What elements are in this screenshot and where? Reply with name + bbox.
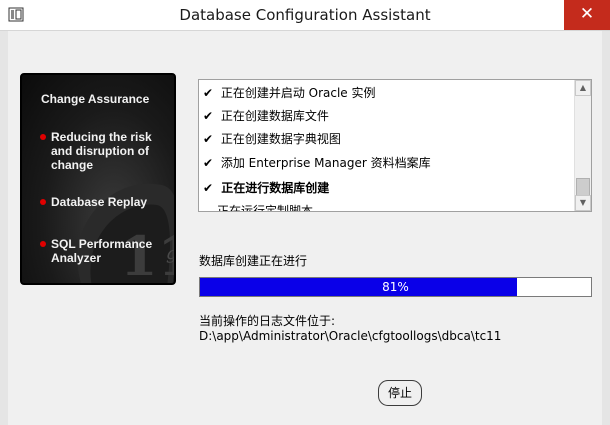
step-label: 正在创建数据字典视图	[220, 132, 341, 146]
step-label: 正在创建数据库文件	[220, 109, 329, 123]
log-file-label: 当前操作的日志文件位于:	[199, 314, 336, 328]
step-label: 正在进行数据库创建	[221, 181, 330, 195]
close-button[interactable]: ✕	[564, 0, 610, 30]
step-label: 添加 Enterprise Manager 资料档案库	[220, 156, 431, 170]
checkmark-icon: ✔	[203, 109, 214, 123]
arrow-down-icon: ▼	[579, 198, 587, 207]
progress-bar: 81%	[199, 277, 592, 297]
list-item-partial: 正在运行定制脚本	[217, 201, 314, 212]
list-item: ✔ 正在创建并启动 Oracle 实例	[203, 83, 376, 103]
banner-item-label: Database Replay	[51, 195, 148, 209]
log-file-path: D:\app\Administrator\Oracle\cfgtoollogs\…	[199, 329, 502, 343]
bullet-icon	[40, 199, 46, 205]
banner-heading: Change Assurance	[41, 92, 150, 106]
list-item-current: ✔ 正在进行数据库创建	[203, 178, 329, 198]
banner-item-spa: SQL Performance Analyzer	[40, 237, 171, 265]
title-bar: Database Configuration Assistant ✕	[0, 0, 610, 31]
arrow-up-icon: ▲	[579, 83, 587, 92]
checkmark-icon: ✔	[203, 156, 214, 170]
bullet-icon	[40, 134, 46, 140]
step-label: 正在运行定制脚本	[217, 204, 314, 212]
checkmark-icon: ✔	[203, 181, 214, 195]
list-item: ✔ 正在创建数据字典视图	[203, 129, 341, 149]
feature-banner: 11 g Change Assurance Reducing the risk …	[20, 73, 176, 285]
checkmark-icon: ✔	[203, 86, 214, 100]
progress-status-label: 数据库创建正在进行	[199, 254, 308, 268]
scroll-up-button[interactable]: ▲	[575, 80, 591, 96]
window-title: Database Configuration Assistant	[179, 6, 431, 24]
stop-button[interactable]: 停止	[378, 380, 422, 406]
banner-item-risk: Reducing the risk and disruption of chan…	[40, 130, 171, 172]
list-item: ✔ 添加 Enterprise Manager 资料档案库	[203, 153, 431, 173]
list-item: ✔ 正在创建数据库文件	[203, 106, 329, 126]
step-list[interactable]: ✔ 正在创建并启动 Oracle 实例 ✔ 正在创建数据库文件 ✔ 正在创建数据…	[198, 79, 592, 212]
checkmark-icon: ✔	[203, 132, 214, 146]
scroll-thumb[interactable]	[576, 178, 590, 196]
step-label: 正在创建并启动 Oracle 实例	[220, 86, 376, 100]
vertical-scrollbar[interactable]: ▲ ▼	[574, 80, 591, 211]
close-icon: ✕	[579, 4, 595, 24]
window-frame-right	[602, 31, 610, 425]
progress-percent-text: 81%	[382, 280, 409, 294]
window-frame-left	[0, 31, 8, 425]
banner-item-label: SQL Performance Analyzer	[51, 237, 153, 265]
bullet-icon	[40, 241, 46, 247]
scroll-down-button[interactable]: ▼	[575, 195, 591, 211]
banner-item-label: Reducing the risk and disruption of chan…	[51, 130, 152, 172]
banner-item-replay: Database Replay	[40, 195, 171, 209]
